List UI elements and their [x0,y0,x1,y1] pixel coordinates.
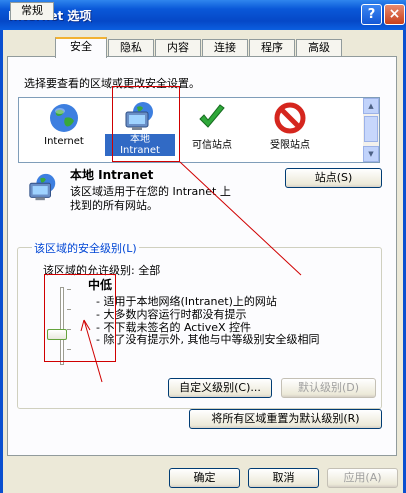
security-level-title: 该区域的安全级别(L) [32,240,139,256]
level-bullet: - 除了没有提示外, 其他与中等级别安全级相同 [96,333,320,346]
tab-programs[interactable]: 程序 [249,39,295,57]
reset-all-zones-button[interactable]: 将所有区域重置为默认级别(R) [189,409,382,429]
scroll-up-icon[interactable]: ▲ [363,98,379,114]
close-icon: × [388,6,401,22]
check-icon [199,104,225,128]
selected-zone-name: 本地 Intranet [70,168,154,182]
ok-button[interactable]: 确定 [169,468,240,488]
zone-list[interactable]: Internet 本地 Intranet 可信站点 受限站点 ▲ ▼ [18,97,380,163]
computer-globe-icon [29,173,56,201]
globe-icon [50,104,78,132]
zone-trusted-sites[interactable]: 可信站点 [177,98,247,160]
zone-list-scrollbar[interactable]: ▲ ▼ [363,98,379,162]
apply-button[interactable]: 应用(A) [327,468,398,488]
title-bar[interactable]: Internet 选项 ? × [0,0,406,30]
scroll-down-icon[interactable]: ▼ [363,146,379,162]
cancel-button[interactable]: 取消 [248,468,319,488]
zone-restricted-sites[interactable]: 受限站点 [255,98,325,160]
custom-level-button[interactable]: 自定义级别(C)... [168,378,272,398]
window-border-left [0,30,3,493]
help-icon: ? [367,7,376,22]
tab-general[interactable]: 常规 [10,2,54,20]
scroll-thumb[interactable] [364,116,378,142]
tab-privacy[interactable]: 隐私 [108,39,154,57]
tab-advanced[interactable]: 高级 [296,39,342,57]
sites-button[interactable]: 站点(S) [285,168,382,188]
close-button[interactable]: × [384,4,405,25]
default-level-button[interactable]: 默认级别(D) [281,378,376,398]
no-entry-icon [274,102,306,134]
tab-connections[interactable]: 连接 [202,39,248,57]
selected-zone-description: 该区域适用于在您的 Intranet 上 找到的所有网站。 [70,185,231,212]
annotation-box-zone [112,86,180,162]
help-button[interactable]: ? [361,4,382,25]
annotation-box-slider [44,274,116,362]
zone-internet[interactable]: Internet [29,98,99,160]
tab-security[interactable]: 安全 [55,37,107,58]
tab-content[interactable]: 内容 [155,39,201,57]
